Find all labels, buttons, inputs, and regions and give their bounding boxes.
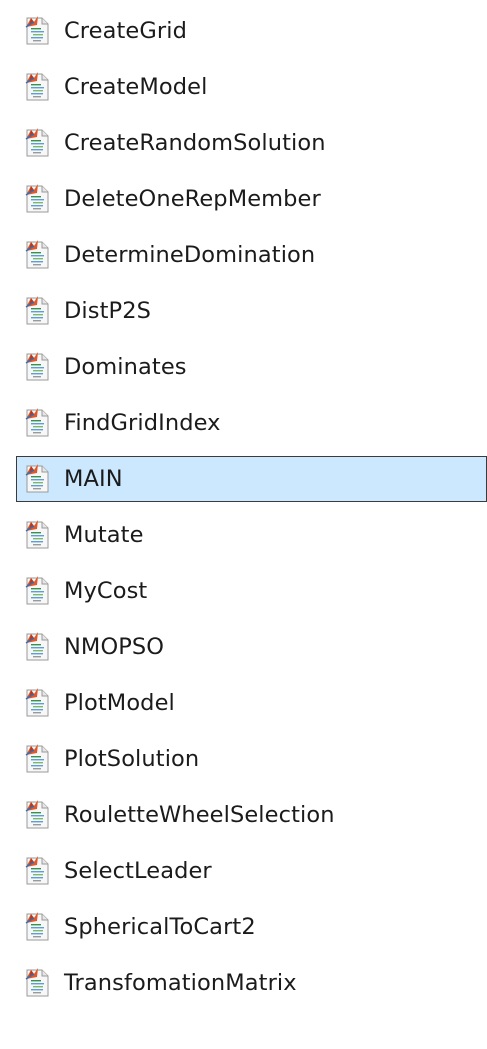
file-name-label: DeleteOneRepMember [64, 186, 321, 212]
file-name-label: PlotSolution [64, 746, 200, 772]
file-item-13[interactable]: PlotSolution [16, 736, 487, 782]
matlab-script-file-icon [23, 743, 53, 775]
file-item-15[interactable]: SelectLeader [16, 848, 487, 894]
matlab-script-file-icon [23, 687, 53, 719]
file-name-label: DetermineDomination [64, 242, 316, 268]
file-name-label: CreateGrid [64, 18, 187, 44]
matlab-script-file-icon [23, 295, 53, 327]
file-name-label: FindGridIndex [64, 410, 221, 436]
file-item-9[interactable]: Mutate [16, 512, 487, 558]
file-name-label: MAIN [64, 466, 123, 492]
matlab-script-file-icon [23, 575, 53, 607]
file-name-label: TransfomationMatrix [64, 970, 297, 996]
file-name-label: Mutate [64, 522, 144, 548]
file-item-5[interactable]: DistP2S [16, 288, 487, 334]
matlab-script-file-icon [23, 71, 53, 103]
file-item-4[interactable]: DetermineDomination [16, 232, 487, 278]
matlab-script-file-icon [23, 631, 53, 663]
file-item-6[interactable]: Dominates [16, 344, 487, 390]
matlab-script-file-icon [23, 967, 53, 999]
file-name-label: Dominates [64, 354, 187, 380]
file-name-label: RouletteWheelSelection [64, 802, 335, 828]
file-name-label: CreateModel [64, 74, 208, 100]
matlab-script-file-icon [23, 911, 53, 943]
file-item-0[interactable]: CreateGrid [16, 8, 487, 54]
matlab-script-file-icon [23, 351, 53, 383]
file-item-3[interactable]: DeleteOneRepMember [16, 176, 487, 222]
file-name-label: MyCost [64, 578, 148, 604]
matlab-script-file-icon [23, 407, 53, 439]
file-item-14[interactable]: RouletteWheelSelection [16, 792, 487, 838]
file-name-label: NMOPSO [64, 634, 165, 660]
file-item-17[interactable]: TransfomationMatrix [16, 960, 487, 1006]
matlab-script-file-icon [23, 239, 53, 271]
file-name-label: SphericalToCart2 [64, 914, 256, 940]
file-name-label: CreateRandomSolution [64, 130, 326, 156]
file-item-12[interactable]: PlotModel [16, 680, 487, 726]
matlab-script-file-icon [23, 519, 53, 551]
file-name-label: DistP2S [64, 298, 151, 324]
file-item-16[interactable]: SphericalToCart2 [16, 904, 487, 950]
file-name-label: SelectLeader [64, 858, 212, 884]
file-item-7[interactable]: FindGridIndex [16, 400, 487, 446]
file-item-2[interactable]: CreateRandomSolution [16, 120, 487, 166]
file-item-10[interactable]: MyCost [16, 568, 487, 614]
file-item-8[interactable]: MAIN [16, 456, 487, 502]
matlab-script-file-icon [23, 799, 53, 831]
matlab-script-file-icon [23, 855, 53, 887]
matlab-script-file-icon [23, 183, 53, 215]
file-name-label: PlotModel [64, 690, 175, 716]
file-item-1[interactable]: CreateModel [16, 64, 487, 110]
file-item-11[interactable]: NMOPSO [16, 624, 487, 670]
matlab-script-file-icon [23, 463, 53, 495]
matlab-script-file-icon [23, 127, 53, 159]
matlab-script-file-icon [23, 15, 53, 47]
